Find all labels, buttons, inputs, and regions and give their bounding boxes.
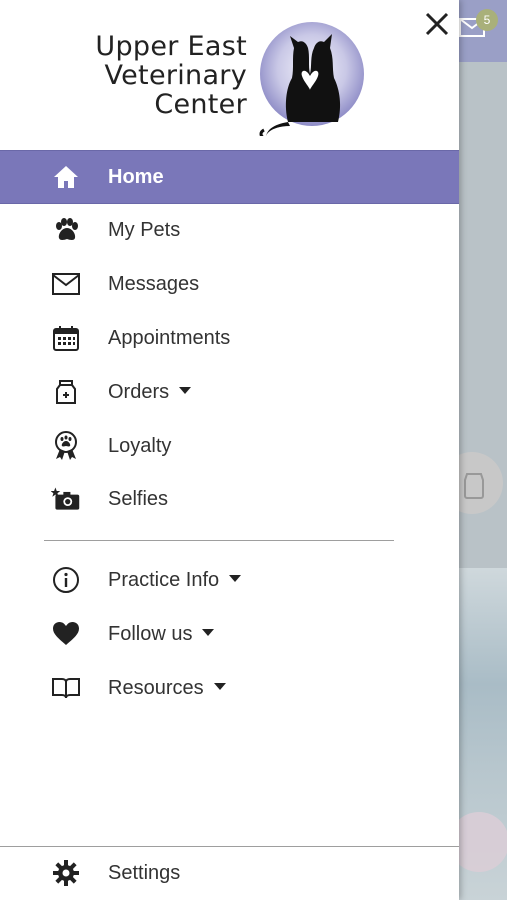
nav-item-home[interactable]: Home (0, 150, 459, 204)
chevron-down-icon[interactable] (229, 574, 242, 582)
nav-label-selfies: Selfies (108, 487, 169, 510)
chevron-down-icon[interactable] (179, 386, 192, 394)
nav-label-orders: Orders (108, 380, 192, 404)
nav-item-settings[interactable]: Settings (0, 847, 459, 899)
close-icon (425, 12, 449, 36)
close-button[interactable] (421, 8, 453, 40)
practice-logo: Upper East Veterinary Center (95, 18, 371, 136)
nav-item-follow-us[interactable]: Follow us (0, 608, 459, 660)
food-bag-icon (464, 473, 484, 499)
nav-item-messages[interactable]: Messages (0, 258, 459, 310)
logo-line: Upper East (95, 31, 247, 62)
nav-label-follow-us: Follow us (108, 622, 215, 646)
heart-icon (51, 619, 81, 649)
nav-item-my-pets[interactable]: My Pets (0, 204, 459, 256)
nav-item-practice-info[interactable]: Practice Info (0, 554, 459, 606)
nav-label-messages: Messages (108, 272, 200, 295)
book-icon (51, 673, 81, 703)
camera-icon (51, 484, 81, 514)
nav-label-appointments: Appointments (108, 326, 231, 349)
gear-icon (51, 858, 81, 888)
home-icon (51, 162, 81, 192)
nav-label-loyalty: Loyalty (108, 434, 172, 457)
message-count-badge: 5 (476, 9, 498, 31)
nav-label-practice-info: Practice Info (108, 568, 242, 592)
background-app: 5 (459, 0, 507, 900)
orders-label-text: Orders (108, 380, 170, 403)
background-fab (459, 812, 507, 872)
chevron-down-icon[interactable] (213, 682, 226, 690)
resources-label-text: Resources (108, 676, 204, 699)
nav-item-resources[interactable]: Resources (0, 662, 459, 714)
info-icon (51, 565, 81, 595)
cats-logo-icon (259, 22, 364, 136)
nav-item-selfies[interactable]: Selfies (0, 473, 459, 525)
chevron-down-icon[interactable] (202, 628, 215, 636)
paw-icon (51, 215, 81, 245)
background-category-button (459, 452, 503, 514)
logo-text: Upper East Veterinary Center (95, 32, 247, 119)
follow-us-label-text: Follow us (108, 622, 193, 645)
calendar-icon (51, 323, 81, 353)
logo-line: Center (154, 89, 247, 120)
practice-info-label-text: Practice Info (108, 568, 220, 591)
envelope-icon (51, 269, 81, 299)
section-divider (44, 540, 394, 541)
nav-label-my-pets: My Pets (108, 218, 181, 241)
logo-line: Veterinary (104, 60, 247, 91)
nav-label-settings: Settings (108, 861, 181, 884)
nav-item-appointments[interactable]: Appointments (0, 312, 459, 364)
nav-item-loyalty[interactable]: Loyalty (0, 420, 459, 472)
nav-label-home: Home (108, 165, 164, 188)
food-bag-icon (51, 377, 81, 407)
navigation-drawer: Upper East Veterinary Center Home My Pet… (0, 0, 459, 900)
award-ribbon-icon (51, 431, 81, 461)
nav-item-orders[interactable]: Orders (0, 366, 459, 418)
nav-label-resources: Resources (108, 677, 226, 700)
